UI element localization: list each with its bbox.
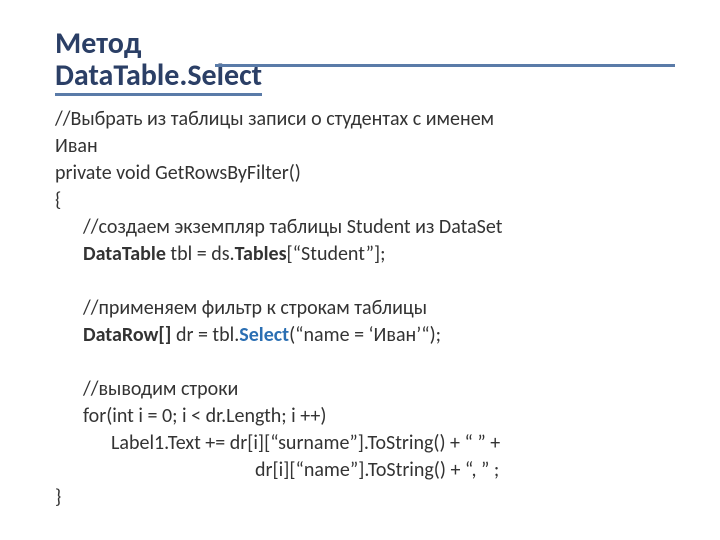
txt-dr-tbl: dr = tbl. [171, 323, 239, 347]
code-block: //Выбрать из таблицы записи о студентах … [55, 106, 665, 511]
kw-tables: Tables [235, 242, 287, 266]
slide: Метод DataTable.Select //Выбрать из табл… [0, 0, 720, 540]
line-label-name: dr[i][“name”].ToString() + “, ” ; [55, 457, 665, 484]
title-line-1: Метод [55, 28, 147, 60]
comment-output-rows: //выводим строки [55, 376, 665, 403]
slide-title: Метод DataTable.Select [55, 28, 675, 96]
comment-select-ivan-2: Иван [55, 134, 98, 158]
kw-datarow: DataRow[] [83, 323, 171, 347]
line-datarow: DataRow[] dr = tbl.Select(“name = ‘Иван’… [55, 322, 665, 349]
kw-select: Select [239, 323, 289, 347]
kw-datatable: DataTable [83, 242, 166, 266]
txt-select-arg: (“name = ‘Иван’“); [289, 323, 441, 347]
line-for: for(int i = 0; i < dr.Length; i ++) [55, 403, 665, 430]
txt-tbl-ds: tbl = ds. [166, 242, 235, 266]
line-label-surname: Label1.Text += dr[i][“surname”].ToString… [55, 430, 665, 457]
txt-student-index: [“Student”]; [287, 242, 386, 266]
brace-close: } [55, 485, 61, 509]
comment-select-ivan-1: //Выбрать из таблицы записи о студентах … [55, 107, 494, 131]
method-signature: private void GetRowsByFilter() [55, 161, 301, 185]
comment-create-instance: //создаем экземпляр таблицы Student из D… [55, 214, 665, 241]
title-rule [215, 64, 675, 67]
comment-apply-filter: //применяем фильтр к строкам таблицы [55, 295, 665, 322]
line-datatable: DataTable tbl = ds.Tables[“Student”]; [55, 241, 665, 268]
brace-open: { [55, 188, 61, 212]
